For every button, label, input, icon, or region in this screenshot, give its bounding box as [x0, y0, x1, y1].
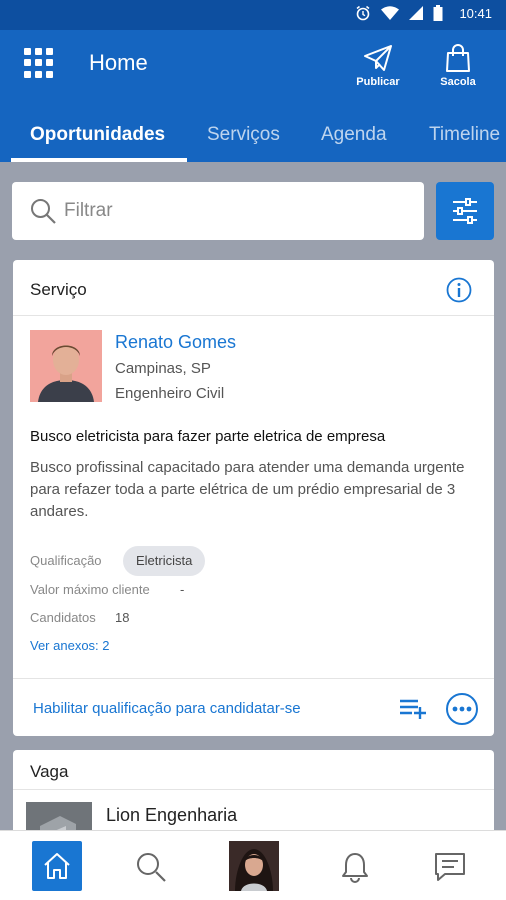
tab-servicos[interactable]: Serviços	[207, 124, 280, 146]
enable-qualification-link[interactable]: Habilitar qualificação para candidatar-s…	[33, 700, 301, 717]
card-type-label: Serviço	[30, 280, 87, 299]
max-value-label: Valor máximo cliente	[30, 582, 150, 597]
apps-menu-icon[interactable]	[24, 48, 54, 78]
publish-button[interactable]: Publicar	[348, 44, 408, 88]
search-box	[12, 182, 424, 240]
qualification-chip: Eletricista	[123, 546, 206, 576]
candidates-label: Candidatos	[30, 610, 96, 625]
page-title: Home	[89, 50, 148, 75]
bottom-navigation	[0, 830, 506, 900]
status-bar: 10:41	[0, 0, 506, 30]
wifi-icon	[381, 6, 400, 20]
send-icon	[348, 44, 408, 72]
nav-profile-avatar[interactable]	[229, 841, 279, 891]
search-input[interactable]	[64, 196, 404, 226]
author-location: Campinas, SP	[115, 360, 211, 377]
card-header: Vaga	[13, 750, 494, 790]
card-header: Serviço	[13, 260, 494, 316]
tab-bar: Oportunidades Serviços Agenda Timeline	[0, 116, 506, 162]
filter-button[interactable]	[436, 182, 494, 240]
tab-oportunidades[interactable]: Oportunidades	[30, 124, 165, 146]
post-title: Busco eletricista para fazer parte eletr…	[30, 428, 386, 445]
signal-icon	[409, 6, 424, 20]
bag-icon	[428, 44, 488, 72]
attachments-link[interactable]: Ver anexos: 2	[30, 638, 110, 653]
app-bar: Home Publicar Sacola Oportunidades Servi…	[0, 30, 506, 162]
battery-icon	[433, 5, 443, 21]
bag-label: Sacola	[440, 76, 476, 88]
nav-home[interactable]	[32, 841, 82, 891]
info-icon[interactable]	[446, 277, 472, 308]
bag-button[interactable]: Sacola	[428, 44, 488, 88]
qualification-label: Qualificação	[30, 553, 102, 568]
tab-timeline[interactable]: Timeline	[429, 124, 500, 146]
nav-search[interactable]	[125, 841, 175, 891]
active-tab-indicator	[11, 158, 187, 162]
nav-notifications[interactable]	[330, 841, 380, 891]
card-footer: Habilitar qualificação para candidatar-s…	[13, 678, 494, 736]
alarm-icon	[355, 5, 371, 21]
max-value: -	[180, 582, 185, 597]
candidates-count: 18	[115, 610, 130, 625]
more-options-icon[interactable]	[445, 692, 479, 731]
nav-messages[interactable]	[423, 841, 473, 891]
company-name[interactable]: Lion Engenharia	[106, 805, 237, 826]
author-name[interactable]: Renato Gomes	[115, 332, 236, 353]
publish-label: Publicar	[356, 76, 400, 88]
post-description: Busco profissinal capacitado para atende…	[30, 459, 465, 520]
playlist-add-icon[interactable]	[398, 696, 428, 725]
card-type-label: Vaga	[30, 762, 69, 781]
author-profession: Engenheiro Civil	[115, 385, 225, 402]
service-card[interactable]: Serviço Renato Gomes Campinas, SP Engenh…	[13, 260, 494, 736]
tab-agenda[interactable]: Agenda	[321, 124, 387, 146]
author-avatar[interactable]	[30, 330, 102, 402]
clock-time: 10:41	[459, 5, 492, 21]
